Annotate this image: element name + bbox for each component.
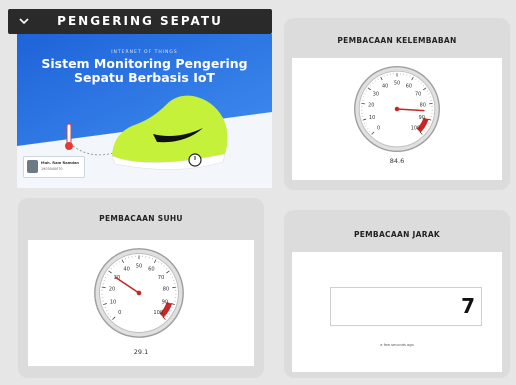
temperature-tick-label: 50	[136, 264, 143, 270]
dashboard-title: PENGERING SEPATU	[57, 14, 223, 28]
humidity-tick-label: 30	[373, 91, 379, 97]
humidity-tick-label: 90	[419, 115, 425, 121]
distance-value: 7	[461, 294, 475, 318]
temperature-gauge: 0102030405060708090100	[94, 248, 184, 338]
temperature-value: 29.1	[133, 348, 149, 356]
humidity-tick-label: 20	[368, 103, 374, 109]
humidity-tick-label: 70	[415, 91, 421, 97]
humidity-tick-label: 0	[377, 125, 380, 131]
temperature-tick-label: 70	[158, 275, 165, 281]
project-banner: INTERNET OF THINGS Sistem Monitoring Pen…	[17, 34, 272, 188]
temperature-hub	[136, 290, 142, 296]
temperature-tick-label: 10	[110, 299, 117, 305]
temperature-tick-label: 90	[162, 299, 169, 305]
temperature-title: PEMBACAAN SUHU	[99, 214, 183, 223]
temperature-tick-label: 20	[109, 287, 116, 293]
humidity-tick-label: 80	[420, 103, 426, 109]
humidity-panel: 0 10 20 30 40 50 60 70 80 90 100 84.6	[292, 58, 502, 180]
humidity-hub	[394, 106, 400, 112]
banner-kicker: INTERNET OF THINGS	[111, 50, 178, 55]
dashboard-header: PENGERING SEPATU	[8, 9, 272, 34]
last-updated: a few seconds ago	[380, 343, 414, 347]
humidity-value: 84.6	[389, 157, 405, 165]
humidity-tick-label: 40	[382, 84, 388, 90]
author-badge: Muh. Ram Ramdan 1903040070	[23, 156, 85, 178]
humidity-card: PEMBACAAN KELEMBABAN 0 10 20 30 40 50 60 70 80 90…	[284, 18, 510, 190]
humidity-gauge: 010 20 3040 50 6070 80 90 100	[354, 66, 440, 152]
distance-title: PEMBACAAN JARAK	[353, 230, 441, 239]
temperature-panel: 0102030405060708090100 29.1	[28, 240, 254, 366]
distance-card: PEMBACAAN JARAK 7 a few seconds ago	[284, 210, 510, 378]
author-name: Muh. Ram Ramdan	[41, 161, 79, 165]
humidity-title: PEMBACAAN KELEMBABAN	[337, 36, 457, 45]
temperature-tick-label: 40	[123, 267, 130, 273]
humidity-tick-label: 50	[394, 81, 400, 87]
banner-headline: Sistem Monitoring Pengering Sepatu Berba…	[41, 56, 248, 85]
temperature-tick-label: 0	[118, 310, 121, 316]
avatar	[27, 160, 38, 173]
distance-display: 7	[330, 287, 482, 326]
temperature-tick-label: 100	[153, 310, 163, 316]
humidity-tick-label: 10	[369, 115, 375, 121]
temperature-card: PEMBACAAN SUHU 0102030405060708090100 29…	[18, 198, 264, 378]
temperature-tick-label: 60	[148, 267, 155, 273]
humidity-tick-label: 60	[406, 84, 412, 90]
distance-panel: 7 a few seconds ago	[292, 252, 502, 372]
timer-icon	[188, 153, 202, 167]
author-id: 1903040070	[41, 167, 63, 171]
humidity-tick-label: 100	[411, 125, 420, 131]
temperature-tick-label: 80	[163, 287, 170, 293]
